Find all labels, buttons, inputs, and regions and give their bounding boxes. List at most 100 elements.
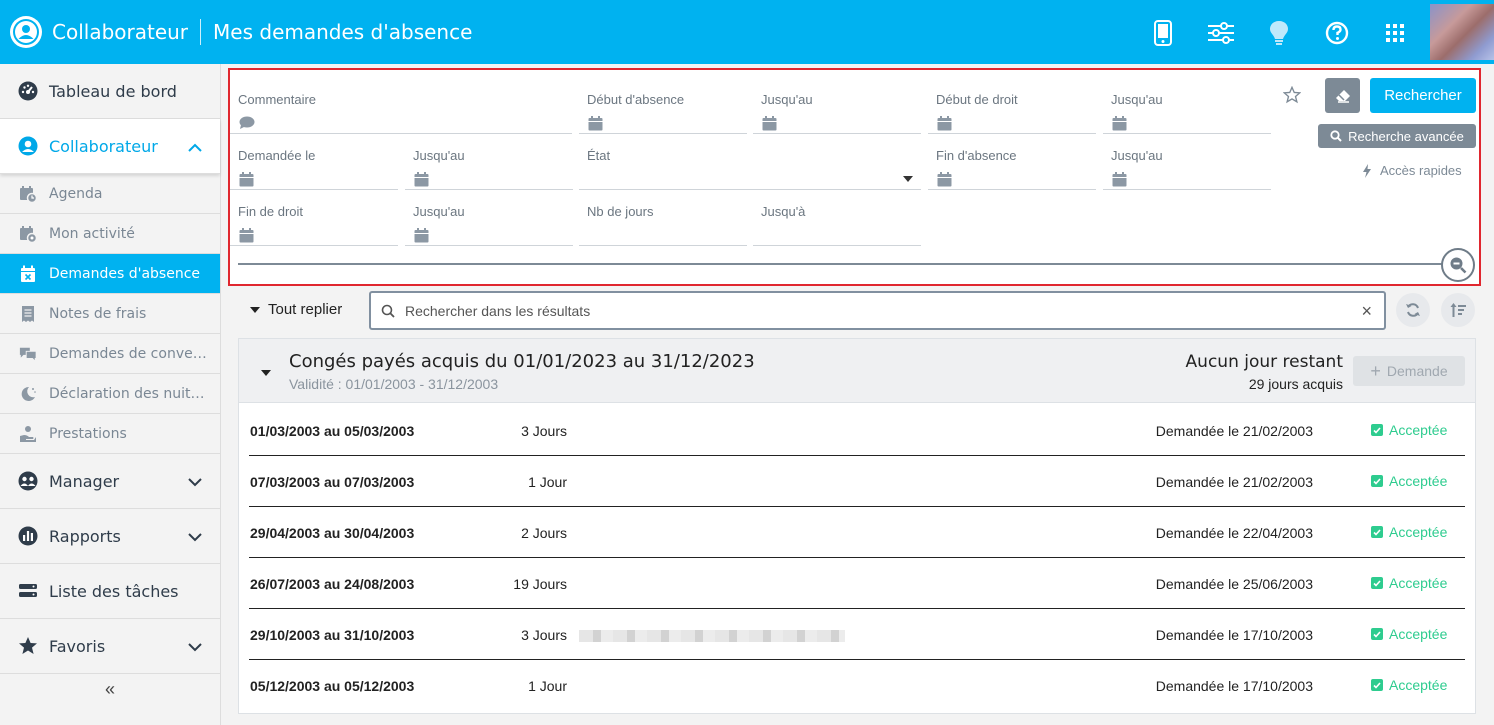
reports-icon xyxy=(17,525,39,547)
results-search-input[interactable] xyxy=(405,302,1325,319)
user-circle-icon[interactable] xyxy=(10,16,42,48)
comment-field[interactable]: Commentaire xyxy=(230,78,572,134)
sidebar-subitem-mon-activite[interactable]: Mon activité xyxy=(0,214,220,254)
sidebar-subitem-demandes-convention[interactable]: Demandes de convention xyxy=(0,334,220,374)
remaining-days: Aucun jour restant xyxy=(1185,352,1343,372)
sidebar-item-manager[interactable]: Manager xyxy=(0,454,220,509)
sidebar-item-label: Prestations xyxy=(49,425,127,442)
row-requested: Demandée le 21/02/2003 xyxy=(1155,423,1313,439)
apps-grid-icon[interactable] xyxy=(1380,18,1410,48)
advanced-search-button[interactable]: Recherche avancée xyxy=(1318,124,1476,148)
table-row[interactable]: 05/12/2003 au 05/12/2003 1 Jour Demandée… xyxy=(249,660,1465,711)
calendar-clock-icon xyxy=(19,185,37,203)
chevron-down-icon[interactable] xyxy=(188,529,202,547)
field-label: Fin de droit xyxy=(238,204,304,219)
status-badge: Acceptée xyxy=(1371,422,1447,438)
demandee-le-until-field[interactable]: Jusqu'au xyxy=(405,134,573,190)
favorite-star-icon[interactable] xyxy=(1282,85,1302,109)
calendar-icon xyxy=(239,228,254,248)
advanced-search-label: Recherche avancée xyxy=(1348,128,1464,144)
lightbulb-icon[interactable] xyxy=(1264,18,1294,48)
demandee-le-field[interactable]: Demandée le xyxy=(230,134,398,190)
debut-absence-field[interactable]: Début d'absence xyxy=(579,78,747,134)
sidebar-item-tableau-de-bord[interactable]: Tableau de bord xyxy=(0,64,220,119)
table-row[interactable]: 07/03/2003 au 07/03/2003 1 Jour Demandée… xyxy=(249,456,1465,507)
sidebar-item-label: Favoris xyxy=(49,636,106,656)
sidebar-item-liste-des-taches[interactable]: Liste des tâches xyxy=(0,564,220,619)
row-requested: Demandée le 22/04/2003 xyxy=(1155,525,1313,541)
field-label: Jusqu'à xyxy=(761,204,806,219)
chevron-down-icon[interactable] xyxy=(188,639,202,657)
check-icon xyxy=(1371,628,1383,640)
sidebar-item-label: Notes de frais xyxy=(49,305,147,322)
mobile-icon[interactable] xyxy=(1148,18,1178,48)
avatar[interactable] xyxy=(1430,4,1494,60)
caret-down-icon[interactable] xyxy=(261,370,271,376)
chat-icon xyxy=(19,345,37,363)
header-icons xyxy=(1148,18,1438,48)
debut-droit-until-field[interactable]: Jusqu'au xyxy=(1103,78,1271,134)
new-demand-button[interactable]: + Demande xyxy=(1353,356,1465,386)
tasks-icon xyxy=(17,580,39,602)
status-label: Acceptée xyxy=(1389,473,1448,489)
chevron-up-icon[interactable] xyxy=(188,139,202,157)
collapse-filters-button[interactable] xyxy=(1441,248,1475,282)
sidebar-item-label: Rapports xyxy=(49,526,121,546)
sidebar-item-rapports[interactable]: Rapports xyxy=(0,509,220,564)
fin-droit-until-field[interactable]: Jusqu'au xyxy=(405,190,573,246)
debut-droit-field[interactable]: Début de droit xyxy=(928,78,1096,134)
clear-icon[interactable]: × xyxy=(1361,301,1372,322)
app-title: Collaborateur xyxy=(52,20,189,44)
search-button[interactable]: Rechercher xyxy=(1370,78,1476,113)
calendar-icon xyxy=(239,172,254,192)
etat-select[interactable]: État xyxy=(579,134,921,190)
sidebar-subitem-demandes-absence[interactable]: Demandes d'absence xyxy=(0,254,220,294)
collapse-all-button[interactable]: Tout replier xyxy=(250,301,342,318)
search-icon xyxy=(381,304,395,318)
check-icon xyxy=(1371,526,1383,538)
nb-jours-field[interactable]: Nb de jours xyxy=(579,190,747,246)
sidebar-item-collaborateur[interactable]: Collaborateur xyxy=(0,119,220,174)
fin-absence-until-field[interactable]: Jusqu'au xyxy=(1103,134,1271,190)
row-days: 3 Jours xyxy=(521,423,567,439)
field-label: Jusqu'au xyxy=(413,148,465,163)
sidebar-item-favoris[interactable]: Favoris xyxy=(0,619,220,674)
sidebar-subitem-declaration-nuitees[interactable]: Déclaration des nuitées xyxy=(0,374,220,414)
quick-access-link[interactable]: Accès rapides xyxy=(1362,163,1462,178)
group-header[interactable]: Congés payés acquis du 01/01/2023 au 31/… xyxy=(239,339,1475,403)
status-badge: Acceptée xyxy=(1371,524,1447,540)
sort-button[interactable] xyxy=(1441,293,1475,327)
sidebar-subitem-prestations[interactable]: Prestations xyxy=(0,414,220,454)
user-circle-icon xyxy=(17,135,39,157)
fin-absence-field[interactable]: Fin d'absence xyxy=(928,134,1096,190)
row-dates: 05/12/2003 au 05/12/2003 xyxy=(250,678,415,694)
top-bar: Collaborateur Mes demandes d'absence xyxy=(0,0,1494,64)
table-row[interactable]: 01/03/2003 au 05/03/2003 3 Jours Demandé… xyxy=(249,405,1465,456)
nb-jours-until-field[interactable]: Jusqu'à xyxy=(753,190,921,246)
sidebar-collapse-button[interactable]: « xyxy=(0,674,220,704)
eraser-button[interactable] xyxy=(1325,78,1360,113)
debut-absence-until-field[interactable]: Jusqu'au xyxy=(753,78,921,134)
field-label: Fin d'absence xyxy=(936,148,1017,163)
refresh-button[interactable] xyxy=(1396,293,1430,327)
sidebar-item-label: Agenda xyxy=(49,185,103,202)
fin-droit-field[interactable]: Fin de droit xyxy=(230,190,398,246)
table-row[interactable]: 29/04/2003 au 30/04/2003 2 Jours Demandé… xyxy=(249,507,1465,558)
row-requested: Demandée le 17/10/2003 xyxy=(1155,627,1313,643)
manager-icon xyxy=(17,470,39,492)
row-days: 3 Jours xyxy=(521,627,567,643)
sidebar: Tableau de bord Collaborateur Agenda Mon… xyxy=(0,64,221,725)
eraser-icon xyxy=(1335,89,1350,103)
row-dates: 29/10/2003 au 31/10/2003 xyxy=(250,627,415,643)
field-label: Début de droit xyxy=(936,92,1018,107)
table-row[interactable]: 29/10/2003 au 31/10/2003 3 Jours Demandé… xyxy=(249,609,1465,660)
sidebar-item-label: Collaborateur xyxy=(49,136,158,156)
chevron-down-icon[interactable] xyxy=(188,474,202,492)
sidebar-subitem-notes-de-frais[interactable]: Notes de frais xyxy=(0,294,220,334)
row-dates: 01/03/2003 au 05/03/2003 xyxy=(250,423,415,439)
help-icon[interactable] xyxy=(1322,18,1352,48)
sidebar-subitem-agenda[interactable]: Agenda xyxy=(0,174,220,214)
title-separator xyxy=(200,19,202,45)
sliders-icon[interactable] xyxy=(1206,18,1236,48)
table-row[interactable]: 26/07/2003 au 24/08/2003 19 Jours Demand… xyxy=(249,558,1465,609)
